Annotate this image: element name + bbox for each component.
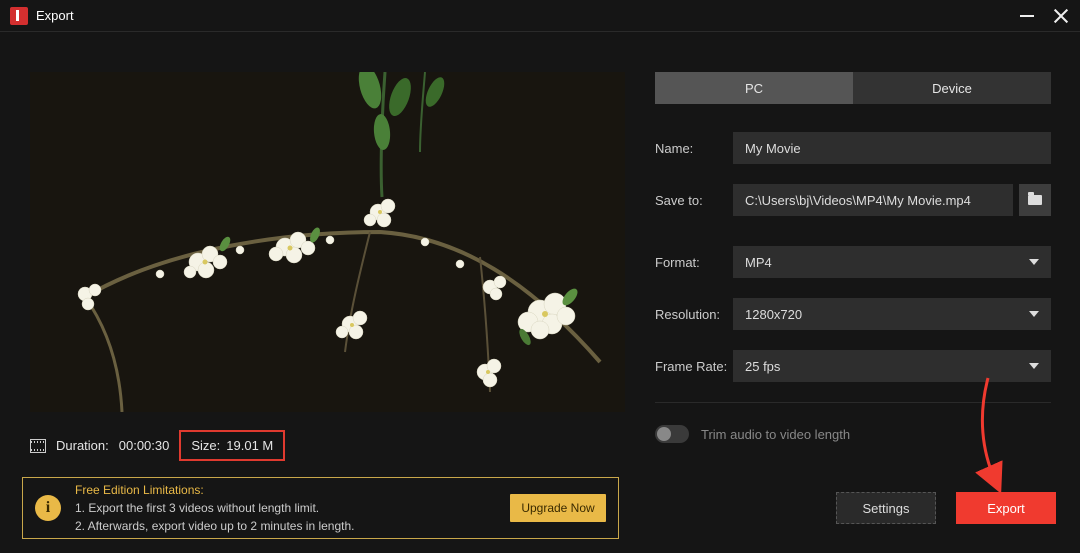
output-tabs: PC Device [655, 72, 1051, 104]
size-highlight: Size: 19.01 M [179, 430, 285, 461]
format-value: MP4 [745, 255, 772, 270]
framerate-value: 25 fps [745, 359, 780, 374]
limits-title: Free Edition Limitations: [75, 481, 496, 499]
limits-line-1: 1. Export the first 3 videos without len… [75, 499, 496, 517]
size-value: 19.01 M [226, 438, 273, 453]
minimize-button[interactable] [1020, 15, 1034, 17]
framerate-label: Frame Rate: [655, 359, 733, 374]
film-icon [30, 439, 46, 453]
trim-label: Trim audio to video length [701, 427, 850, 442]
window-title: Export [36, 8, 74, 23]
name-label: Name: [655, 141, 733, 156]
preview-info: Duration: 00:00:30 Size: 19.01 M [30, 430, 625, 461]
close-button[interactable] [1052, 7, 1070, 25]
upgrade-button[interactable]: Upgrade Now [510, 494, 606, 522]
chevron-down-icon [1029, 363, 1039, 369]
duration-value: 00:00:30 [119, 438, 170, 453]
framerate-select[interactable]: 25 fps [733, 350, 1051, 382]
tab-device[interactable]: Device [853, 72, 1051, 104]
preview-image [30, 72, 625, 412]
info-icon: i [35, 495, 61, 521]
format-select[interactable]: MP4 [733, 246, 1051, 278]
export-button[interactable]: Export [956, 492, 1056, 524]
browse-button[interactable] [1019, 184, 1051, 216]
trim-toggle[interactable] [655, 425, 689, 443]
limits-line-2: 2. Afterwards, export video up to 2 minu… [75, 517, 496, 535]
video-preview [30, 72, 625, 412]
format-label: Format: [655, 255, 733, 270]
chevron-down-icon [1029, 311, 1039, 317]
app-icon [10, 7, 28, 25]
resolution-value: 1280x720 [745, 307, 802, 322]
settings-button[interactable]: Settings [836, 492, 936, 524]
duration-label: Duration: [56, 438, 109, 453]
saveto-input[interactable] [733, 184, 1013, 216]
saveto-label: Save to: [655, 193, 733, 208]
limitations-box: i Free Edition Limitations: 1. Export th… [22, 477, 619, 539]
tab-pc[interactable]: PC [655, 72, 853, 104]
chevron-down-icon [1029, 259, 1039, 265]
resolution-label: Resolution: [655, 307, 733, 322]
resolution-select[interactable]: 1280x720 [733, 298, 1051, 330]
name-input[interactable] [733, 132, 1051, 164]
folder-icon [1028, 195, 1042, 205]
size-label: Size: [191, 438, 220, 453]
titlebar: Export [0, 0, 1080, 32]
